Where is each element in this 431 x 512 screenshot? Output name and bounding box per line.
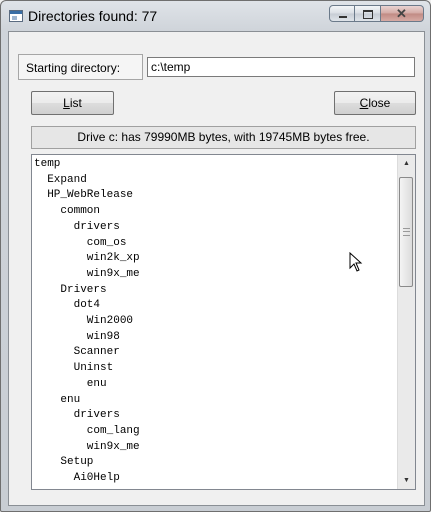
close-window-button[interactable]: ✕ <box>381 5 424 22</box>
scroll-up-icon[interactable]: ▲ <box>398 155 415 172</box>
list-item[interactable]: Win2000 <box>34 314 396 330</box>
list-item[interactable]: drivers <box>34 408 396 424</box>
list-item[interactable]: temp <box>34 157 396 173</box>
grip-icon <box>403 228 410 236</box>
list-item[interactable]: win9x_me <box>34 267 396 283</box>
list-button[interactable]: List <box>31 91 114 115</box>
list-item[interactable]: Ai0Help <box>34 471 396 487</box>
close-button[interactable]: Close <box>334 91 416 115</box>
title-bar[interactable]: Directories found: 77 ✕ <box>1 1 430 31</box>
list-item[interactable]: Scanner <box>34 345 396 361</box>
list-item[interactable]: enu <box>34 377 396 393</box>
window-icon <box>9 10 23 22</box>
vertical-scrollbar[interactable]: ▲ ▼ <box>397 155 415 489</box>
window-title: Directories found: 77 <box>28 8 158 24</box>
list-item[interactable]: drivers <box>34 220 396 236</box>
minimize-icon <box>339 16 347 18</box>
close-icon: ✕ <box>396 6 407 21</box>
starting-directory-input[interactable] <box>147 57 415 77</box>
directory-list: temp Expand HP_WebRelease common drivers… <box>34 157 396 487</box>
caption-buttons: ✕ <box>329 5 424 24</box>
list-item[interactable]: win2k_xp <box>34 251 396 267</box>
maximize-icon <box>363 10 373 19</box>
maximize-button[interactable] <box>355 5 381 22</box>
list-item[interactable]: Drivers <box>34 283 396 299</box>
list-item[interactable]: HP_WebRelease <box>34 188 396 204</box>
list-item[interactable]: Expand <box>34 173 396 189</box>
list-item[interactable]: com_lang <box>34 424 396 440</box>
list-item[interactable]: enu <box>34 393 396 409</box>
list-item[interactable]: common <box>34 204 396 220</box>
list-item[interactable]: Setup <box>34 455 396 471</box>
directory-listbox[interactable]: temp Expand HP_WebRelease common drivers… <box>31 154 416 490</box>
minimize-button[interactable] <box>329 5 355 22</box>
starting-directory-label: Starting directory: <box>26 61 121 75</box>
scroll-thumb[interactable] <box>399 177 413 287</box>
drive-status: Drive c: has 79990MB bytes, with 19745MB… <box>31 126 416 149</box>
scroll-down-icon[interactable]: ▼ <box>398 472 415 489</box>
list-item[interactable]: win9x_me <box>34 440 396 456</box>
mouse-cursor-icon <box>349 252 363 272</box>
list-item[interactable]: dot4 <box>34 298 396 314</box>
list-item[interactable]: win98 <box>34 330 396 346</box>
list-item[interactable]: Uninst <box>34 361 396 377</box>
list-item[interactable]: com_os <box>34 236 396 252</box>
close-button-label: Close <box>359 96 391 110</box>
list-button-label: List <box>63 96 82 110</box>
